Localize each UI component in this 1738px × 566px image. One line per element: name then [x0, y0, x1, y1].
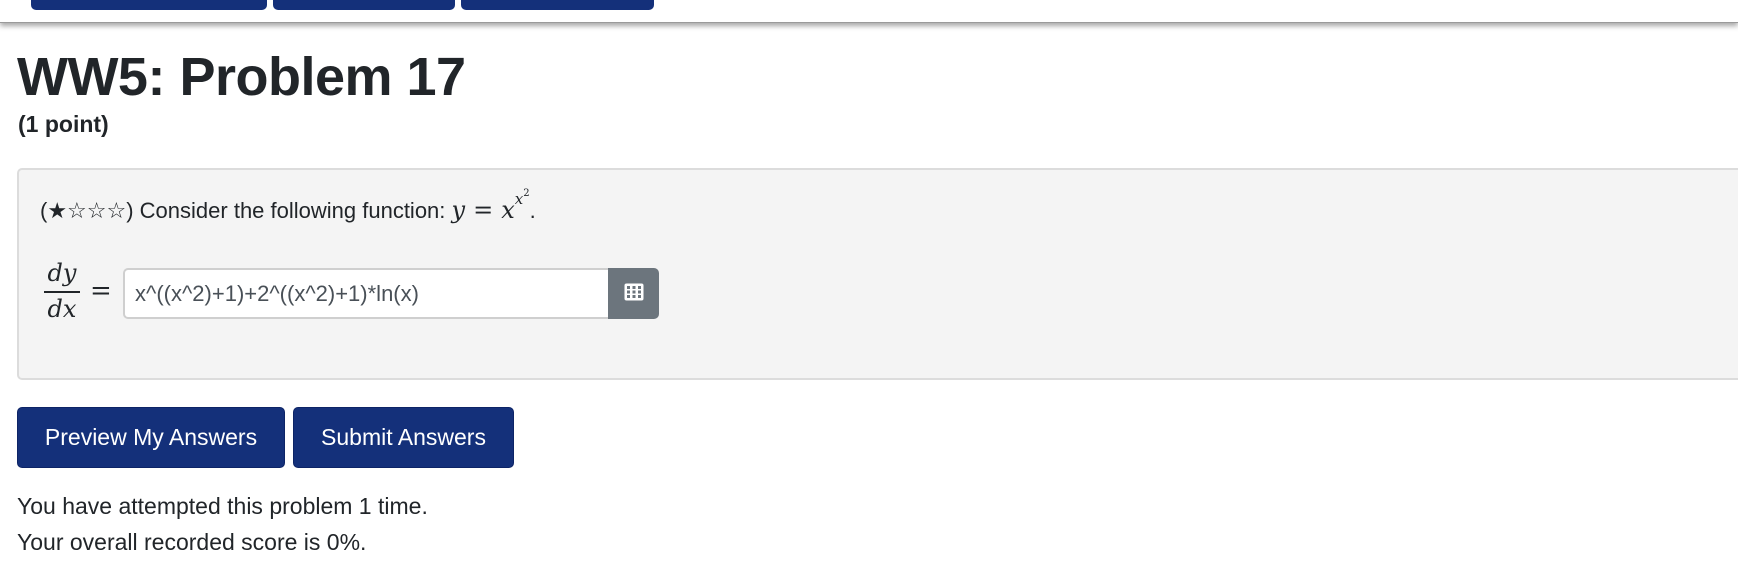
difficulty-stars: (★☆☆☆): [40, 198, 134, 223]
function-exponent: x2: [514, 188, 530, 208]
problem-statement: (★☆☆☆) Consider the following function: …: [40, 188, 536, 231]
exponent-base: x: [514, 190, 524, 208]
function-equals: =: [473, 196, 494, 224]
top-nav-button-2[interactable]: [273, 0, 455, 10]
exponent-power: 2: [523, 188, 530, 199]
equation-editor-button[interactable]: [608, 268, 659, 319]
preview-answers-button[interactable]: Preview My Answers: [17, 407, 285, 468]
function-base: x: [501, 196, 515, 224]
answer-input[interactable]: [123, 268, 610, 319]
derivative-equals: =: [90, 276, 112, 306]
function-period: .: [529, 198, 536, 223]
derivative-denominator: dx: [47, 295, 77, 323]
attempts-status: You have attempted this problem 1 time.: [17, 493, 428, 519]
top-nav-button-3[interactable]: [461, 0, 654, 10]
top-navigation-bar: [0, 0, 1738, 23]
statement-text: Consider the following function:: [139, 198, 446, 223]
grid-calculator-icon: [624, 283, 644, 304]
derivative-fraction: dy dx: [44, 258, 80, 324]
derivative-numerator: dy: [47, 259, 77, 287]
problem-points: (1 point): [18, 111, 109, 137]
function-lhs: y: [451, 196, 466, 224]
submit-answers-button[interactable]: Submit Answers: [293, 407, 514, 468]
top-nav-button-1[interactable]: [31, 0, 267, 10]
score-status: Your overall recorded score is 0%.: [17, 529, 367, 555]
fraction-bar: [44, 291, 80, 293]
page-title: WW5: Problem 17: [17, 47, 466, 107]
